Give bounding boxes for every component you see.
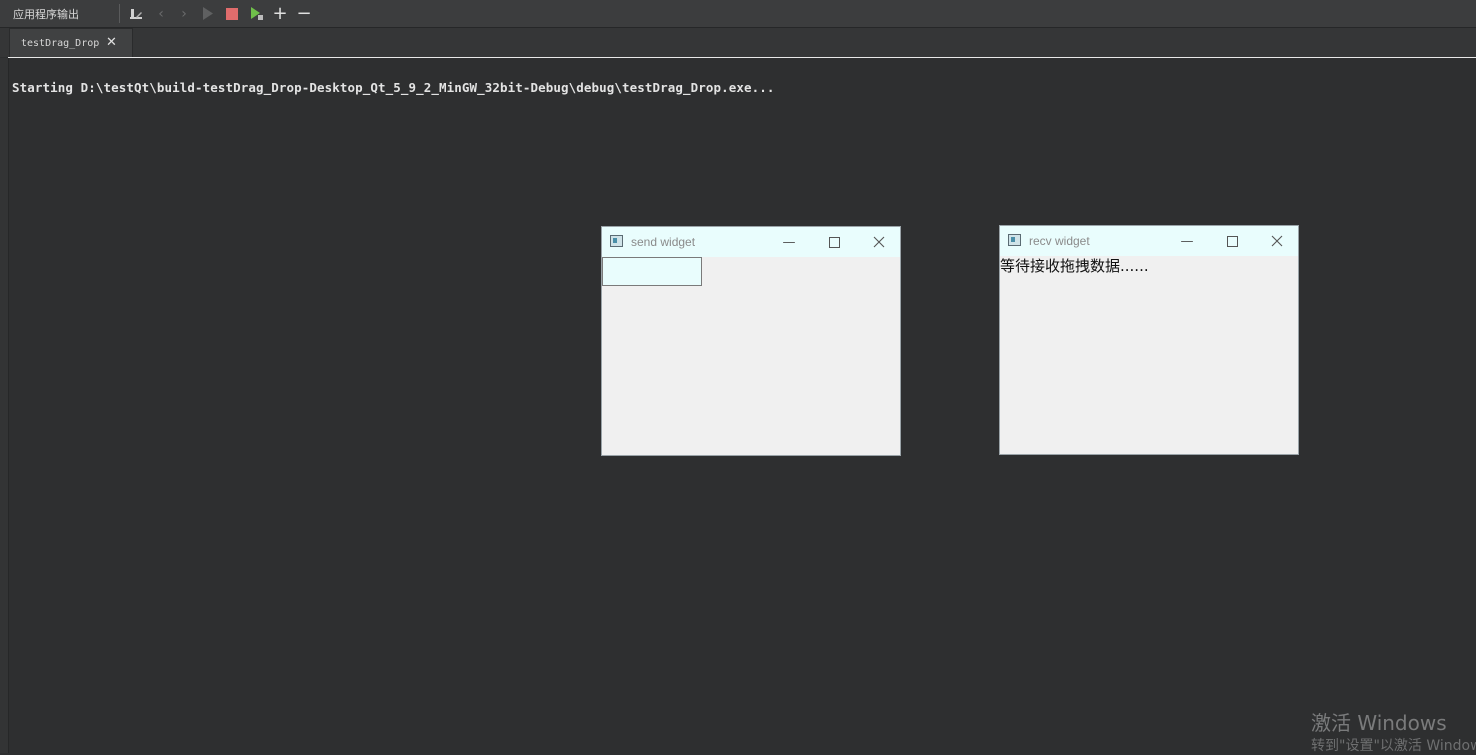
maximize-icon[interactable] <box>1222 231 1242 251</box>
zoom-out-icon[interactable]: − <box>294 4 314 23</box>
close-window-icon[interactable] <box>1267 231 1287 251</box>
minimize-icon[interactable]: — <box>779 232 799 252</box>
next-icon[interactable]: › <box>174 4 194 23</box>
recv-widget-window: recv widget — 等待接收拖拽数据...... <box>999 225 1299 455</box>
clean-icon[interactable] <box>126 4 146 23</box>
tab-testdrag-drop[interactable]: testDrag_Drop ✕ <box>9 28 133 57</box>
zoom-in-icon[interactable]: + <box>270 4 290 23</box>
window-title: recv widget <box>1029 234 1090 248</box>
window-titlebar[interactable]: recv widget — <box>1000 226 1298 256</box>
tab-underline <box>8 57 1476 58</box>
run-icon[interactable] <box>198 4 218 23</box>
close-icon[interactable]: ✕ <box>106 35 117 50</box>
prev-icon[interactable]: ‹ <box>151 4 171 23</box>
send-line-edit[interactable] <box>602 257 702 286</box>
send-widget-window: send widget — <box>601 226 901 456</box>
window-titlebar[interactable]: send widget — <box>602 227 900 257</box>
console-output-line: Starting D:\testQt\build-testDrag_Drop-D… <box>12 80 775 95</box>
minimize-icon[interactable]: — <box>1177 231 1197 251</box>
app-window-icon <box>610 235 623 247</box>
debug-run-icon[interactable] <box>247 4 267 23</box>
panel-title: 应用程序输出 <box>13 8 79 21</box>
app-window-icon <box>1008 234 1021 246</box>
toolbar-separator <box>119 4 120 23</box>
left-edge-bar <box>0 58 9 753</box>
output-panel-toolbar: 应用程序输出 ‹ › + − <box>0 0 1476 28</box>
activation-watermark-title: 激活 Windows <box>1311 711 1447 735</box>
tab-label: testDrag_Drop <box>21 38 100 49</box>
maximize-icon[interactable] <box>824 232 844 252</box>
output-tab-bar: testDrag_Drop ✕ <box>0 28 1476 57</box>
recv-status-label: 等待接收拖拽数据...... <box>1000 257 1149 275</box>
stop-icon[interactable] <box>222 4 242 23</box>
activation-watermark-subtitle: 转到"设置"以激活 Windows。 <box>1311 738 1476 754</box>
window-title: send widget <box>631 235 696 249</box>
close-window-icon[interactable] <box>869 232 889 252</box>
